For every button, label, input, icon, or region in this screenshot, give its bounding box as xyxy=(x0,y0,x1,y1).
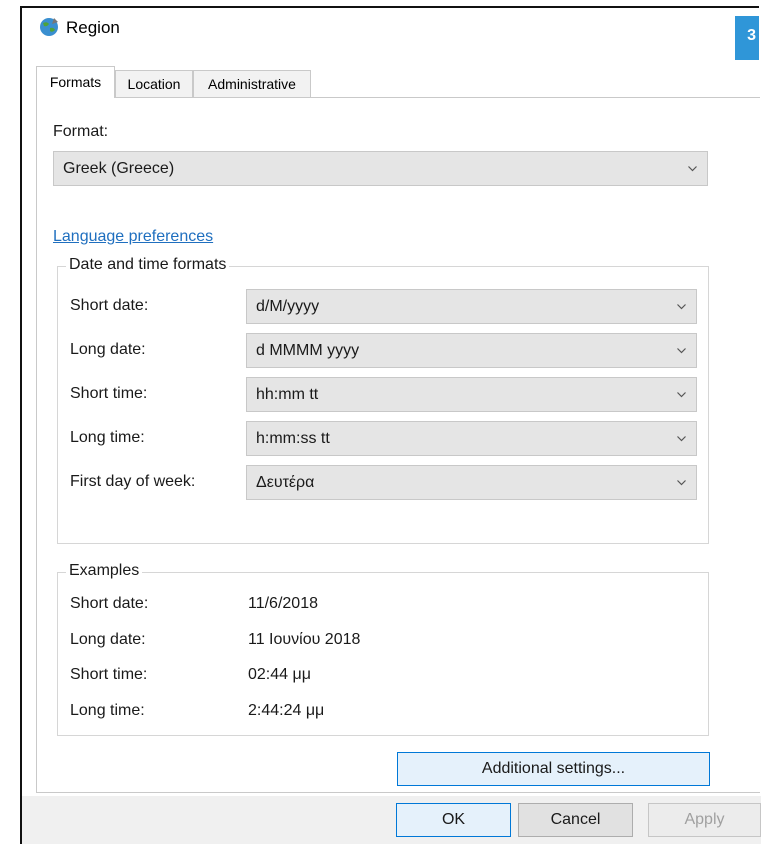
first-day-of-week-label: First day of week: xyxy=(70,473,196,490)
long-date-dropdown[interactable]: d MMMM yyyy xyxy=(246,333,697,368)
globe-icon xyxy=(40,18,58,36)
example-long-date-value: 11 Ιουνίου 2018 xyxy=(248,631,361,648)
step-badge: 3 xyxy=(735,16,759,60)
date-time-formats-group: Date and time formats Short date: d/M/yy… xyxy=(57,256,709,544)
date-time-formats-title: Date and time formats xyxy=(66,256,230,274)
long-time-dropdown[interactable]: h:mm:ss tt xyxy=(246,421,697,456)
example-short-date-label: Short date: xyxy=(70,595,149,612)
short-date-label: Short date: xyxy=(70,297,149,314)
example-long-time-label: Long time: xyxy=(70,702,145,719)
tab-administrative[interactable]: Administrative xyxy=(193,70,311,97)
long-time-value: h:mm:ss tt xyxy=(256,430,330,447)
tab-location[interactable]: Location xyxy=(115,70,193,97)
format-dropdown[interactable]: Greek (Greece) xyxy=(53,151,708,186)
region-dialog: Region 3 Formats Location Administrative… xyxy=(20,6,761,844)
chevron-down-icon xyxy=(677,304,686,310)
tab-formats[interactable]: Formats xyxy=(36,66,115,98)
format-label: Format: xyxy=(53,123,109,140)
apply-button[interactable]: Apply xyxy=(648,803,761,837)
language-preferences-link[interactable]: Language preferences xyxy=(53,228,213,246)
long-date-label: Long date: xyxy=(70,341,146,358)
example-short-time-value: 02:44 μμ xyxy=(248,666,311,683)
example-short-time-label: Short time: xyxy=(70,666,148,683)
formats-panel: Format: Greek (Greece) Language preferen… xyxy=(36,97,760,793)
example-short-date-value: 11/6/2018 xyxy=(248,595,318,612)
short-date-dropdown[interactable]: d/M/yyyy xyxy=(246,289,697,324)
ok-button[interactable]: OK xyxy=(396,803,511,837)
first-day-of-week-dropdown[interactable]: Δευτέρα xyxy=(246,465,697,500)
format-value: Greek (Greece) xyxy=(63,160,175,177)
examples-group: Examples Short date: 11/6/2018 Long date… xyxy=(57,562,709,736)
long-date-value: d MMMM yyyy xyxy=(256,342,360,359)
long-time-label: Long time: xyxy=(70,429,145,446)
chevron-down-icon xyxy=(677,436,686,442)
short-time-dropdown[interactable]: hh:mm tt xyxy=(246,377,697,412)
chevron-down-icon xyxy=(677,392,686,398)
examples-title: Examples xyxy=(66,562,143,580)
additional-settings-button[interactable]: Additional settings... xyxy=(397,752,710,786)
chevron-down-icon xyxy=(677,348,686,354)
window-title: Region xyxy=(66,18,120,37)
short-time-label: Short time: xyxy=(70,385,148,402)
title-bar: Region 3 xyxy=(22,8,759,60)
dialog-footer: OK Cancel Apply xyxy=(22,796,761,844)
short-date-value: d/M/yyyy xyxy=(256,298,320,315)
short-time-value: hh:mm tt xyxy=(256,386,319,403)
first-day-of-week-value: Δευτέρα xyxy=(256,474,315,491)
cancel-button[interactable]: Cancel xyxy=(518,803,633,837)
example-long-time-value: 2:44:24 μμ xyxy=(248,702,325,719)
chevron-down-icon xyxy=(677,480,686,486)
chevron-down-icon xyxy=(688,166,697,172)
example-long-date-label: Long date: xyxy=(70,631,146,648)
